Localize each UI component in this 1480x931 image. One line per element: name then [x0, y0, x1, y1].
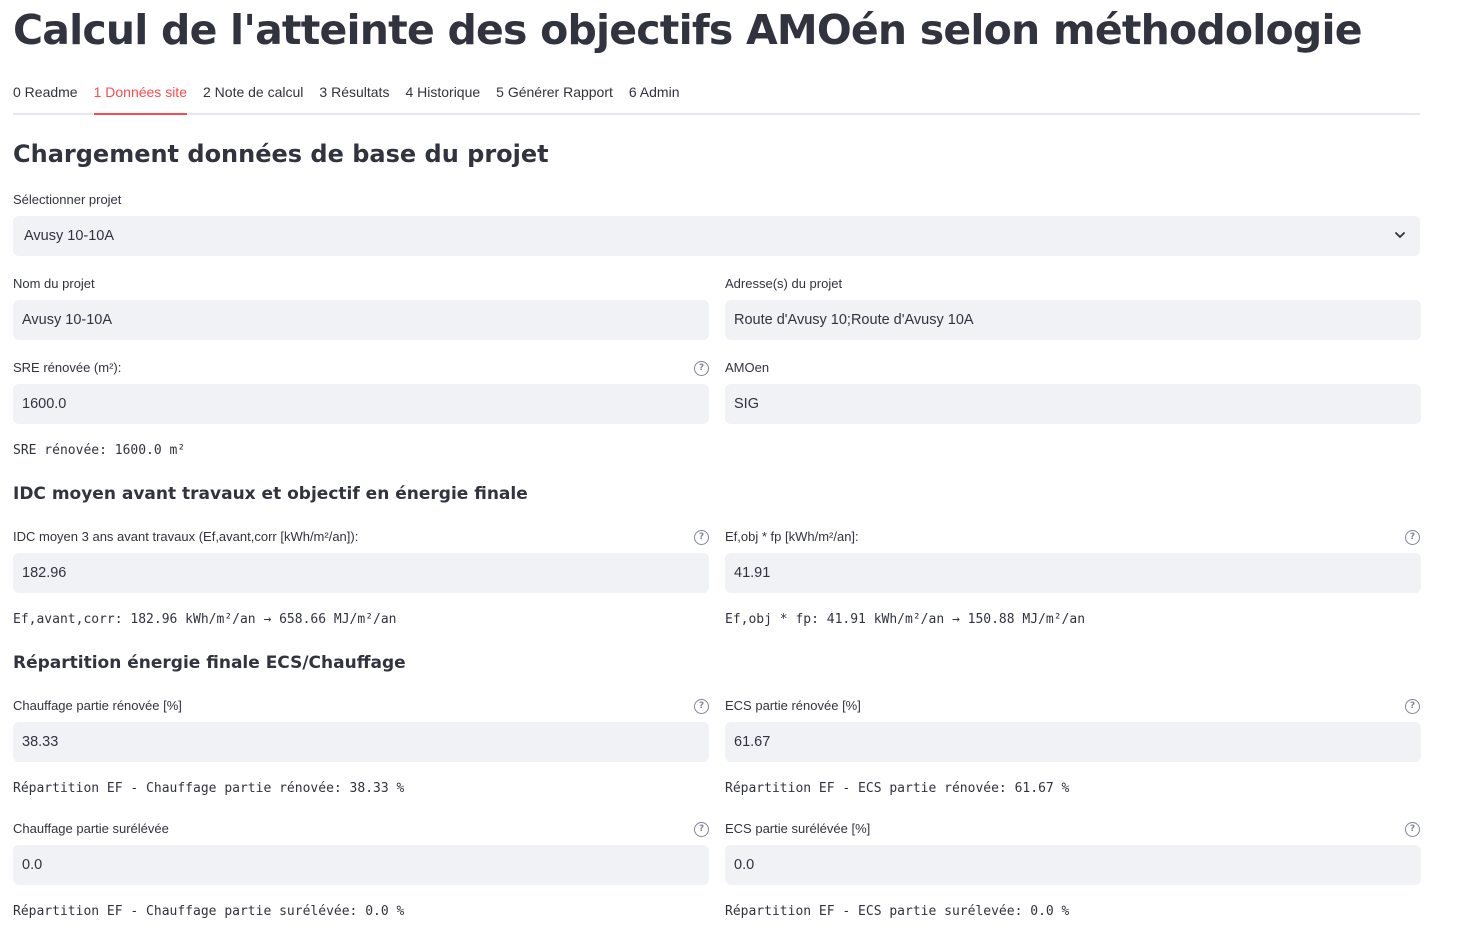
- ecs-surelevee-summary: Répartition EF - ECS partie surélevée: 0…: [725, 904, 1070, 919]
- tab-generer-rapport[interactable]: 5 Générer Rapport: [496, 80, 613, 112]
- help-circle-icon[interactable]: ?: [694, 822, 709, 837]
- amoen-label: AMOen: [725, 360, 770, 375]
- idc-input[interactable]: 182.96: [13, 553, 709, 593]
- sre-label: SRE rénovée (m²):: [13, 360, 122, 375]
- chauffage-renovee-summary: Répartition EF - Chauffage partie rénové…: [13, 781, 405, 796]
- chauffage-surelevee-summary: Répartition EF - Chauffage partie surélé…: [13, 904, 405, 919]
- ecs-renovee-summary: Répartition EF - ECS partie rénovée: 61.…: [725, 781, 1070, 796]
- select-project-dropdown[interactable]: Avusy 10-10A: [13, 216, 1420, 256]
- amoen-input[interactable]: SIG: [725, 384, 1421, 424]
- help-circle-icon[interactable]: ?: [694, 530, 709, 545]
- help-circle-icon[interactable]: ?: [694, 361, 709, 376]
- help-circle-icon[interactable]: ?: [1405, 530, 1420, 545]
- repartition-section-title: Répartition énergie finale ECS/Chauffage: [13, 653, 406, 673]
- select-project-value: Avusy 10-10A: [24, 228, 115, 244]
- tab-admin[interactable]: 6 Admin: [629, 80, 680, 112]
- project-name-label: Nom du projet: [13, 276, 95, 291]
- tab-donnees-site[interactable]: 1 Données site: [93, 80, 188, 115]
- help-circle-icon[interactable]: ?: [1405, 822, 1420, 837]
- idc-label: IDC moyen 3 ans avant travaux (Ef,avant,…: [13, 529, 359, 544]
- sre-summary: SRE rénovée: 1600.0 m²: [13, 443, 186, 458]
- chauffage-renovee-label: Chauffage partie rénovée [%]: [13, 698, 182, 713]
- section-title: Chargement données de base du projet: [13, 140, 549, 168]
- help-circle-icon[interactable]: ?: [1405, 699, 1420, 714]
- project-address-label: Adresse(s) du projet: [725, 276, 843, 291]
- tab-historique[interactable]: 4 Historique: [405, 80, 480, 112]
- ecs-surelevee-label: ECS partie surélévée [%]: [725, 821, 871, 836]
- ecs-renovee-input[interactable]: 61.67: [725, 722, 1421, 762]
- chauffage-renovee-input[interactable]: 38.33: [13, 722, 709, 762]
- idc-section-title: IDC moyen avant travaux et objectif en é…: [13, 484, 528, 504]
- select-project-label: Sélectionner projet: [13, 192, 122, 207]
- chevron-down-icon: [1395, 232, 1405, 238]
- project-name-input[interactable]: Avusy 10-10A: [13, 300, 709, 340]
- chauffage-surelevee-input[interactable]: 0.0: [13, 845, 709, 885]
- ef-obj-summary: Ef,obj * fp: 41.91 kWh/m²/an → 150.88 MJ…: [725, 612, 1086, 627]
- sre-input[interactable]: 1600.0: [13, 384, 709, 424]
- ecs-surelevee-input[interactable]: 0.0: [725, 845, 1421, 885]
- tab-resultats[interactable]: 3 Résultats: [319, 80, 389, 112]
- idc-summary: Ef,avant,corr: 182.96 kWh/m²/an → 658.66…: [13, 612, 397, 627]
- chauffage-surelevee-label: Chauffage partie surélévée: [13, 821, 169, 836]
- ef-obj-label: Ef,obj * fp [kWh/m²/an]:: [725, 529, 859, 544]
- tab-bar: 0 Readme 1 Données site 2 Note de calcul…: [13, 80, 1420, 115]
- project-address-input[interactable]: Route d'Avusy 10;Route d'Avusy 10A: [725, 300, 1421, 340]
- tab-readme[interactable]: 0 Readme: [13, 80, 78, 112]
- ecs-renovee-label: ECS partie rénovée [%]: [725, 698, 861, 713]
- ef-obj-input[interactable]: 41.91: [725, 553, 1421, 593]
- help-circle-icon[interactable]: ?: [694, 699, 709, 714]
- page-title: Calcul de l'atteinte des objectifs AMOén…: [13, 6, 1363, 54]
- tab-note-de-calcul[interactable]: 2 Note de calcul: [203, 80, 303, 112]
